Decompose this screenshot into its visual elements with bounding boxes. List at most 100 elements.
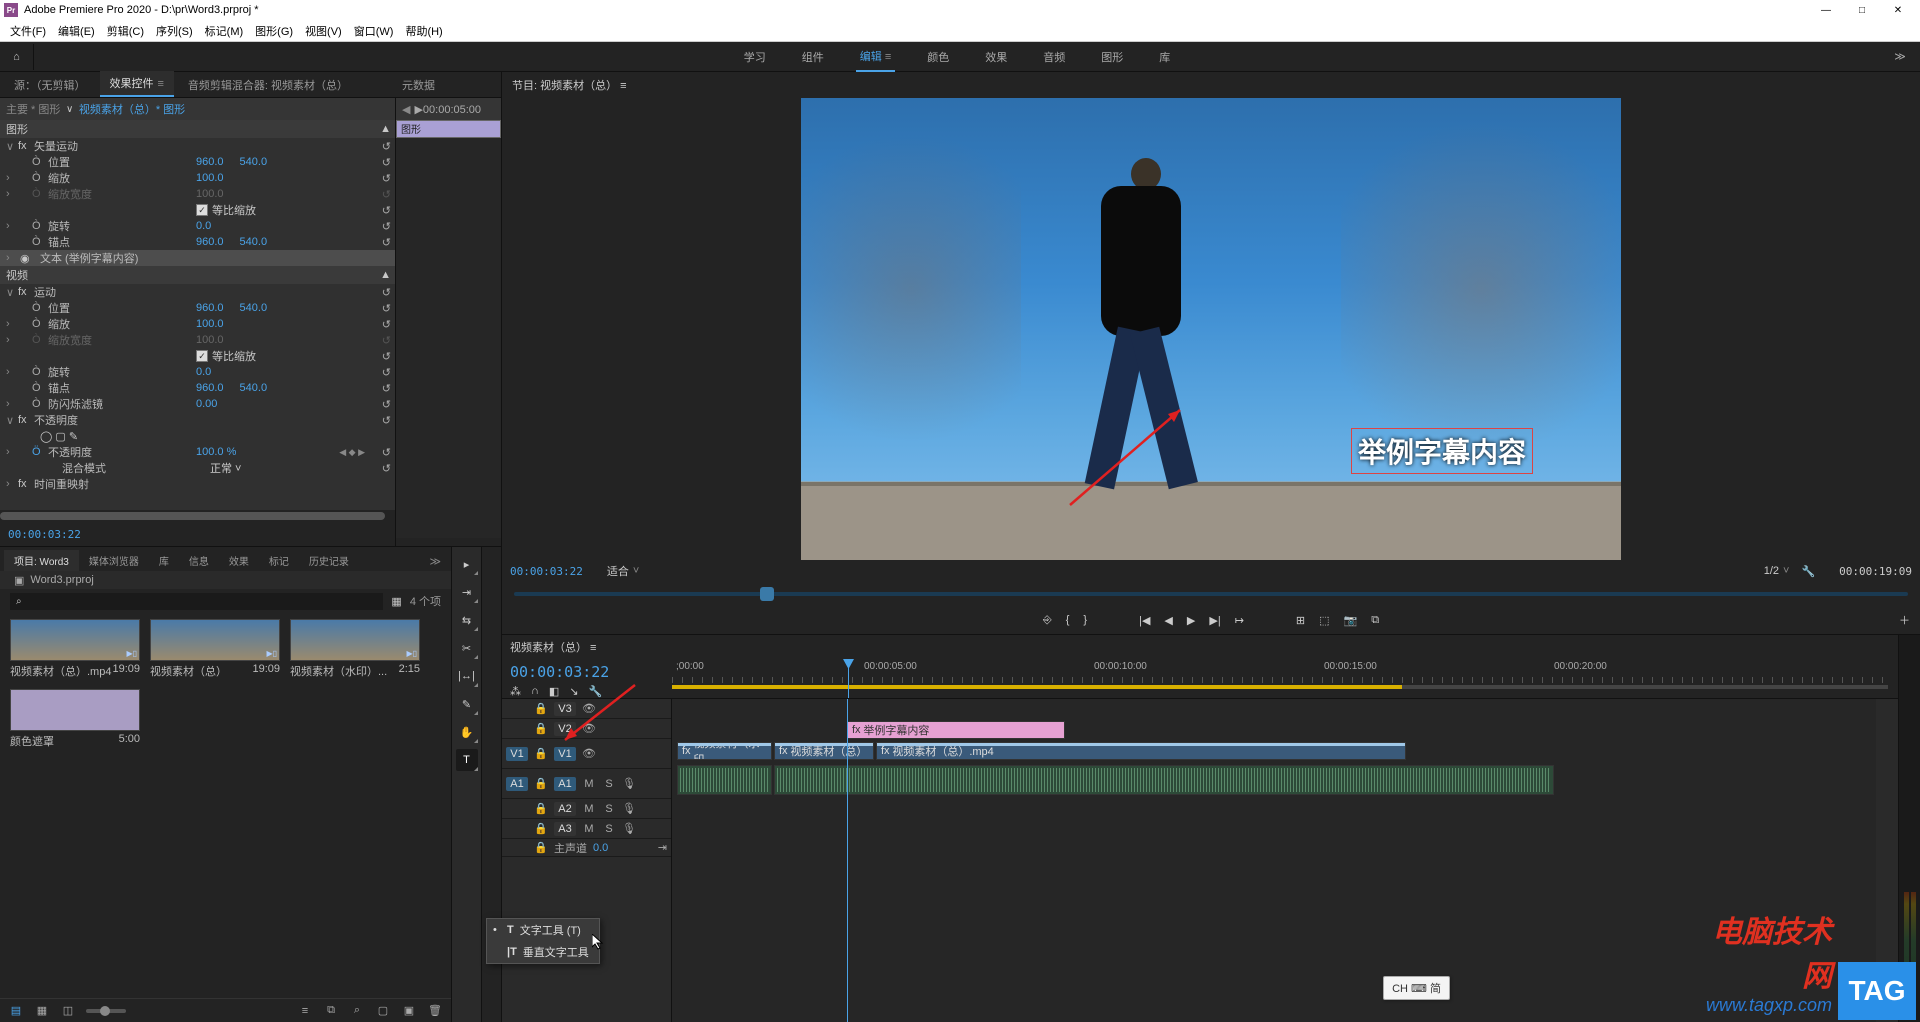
value-pos-x[interactable]: 960.0 (196, 156, 224, 168)
new-bin-icon[interactable]: ▢ (375, 1003, 391, 1019)
program-scrub-bar[interactable] (510, 584, 1912, 604)
btn-goto-out[interactable]: ↦ (1235, 614, 1244, 627)
timeline-ruler[interactable]: ;00:00 00:00:05:00 00:00:10:00 00:00:15:… (672, 659, 1898, 698)
ec-timecode[interactable]: 00:00:03:22 (0, 522, 395, 546)
menu-view[interactable]: 视图(V) (299, 21, 348, 41)
menu-edit[interactable]: 编辑(E) (52, 21, 101, 41)
caption-text[interactable]: 举例字幕内容 (1351, 428, 1533, 474)
bin-item-3[interactable]: 颜色遮罩5:00 (10, 689, 140, 749)
opacity-masks[interactable]: ◯ ▢ ✎ (0, 428, 395, 444)
checkbox-uniform[interactable]: ✓ (196, 204, 208, 216)
fx-opacity[interactable]: ∨fx不透明度↺ (0, 412, 395, 428)
stopwatch-icon[interactable]: Ò (32, 156, 41, 168)
blend-dropdown[interactable]: 正常 ˅ (210, 460, 241, 476)
bin-item-0[interactable]: ▶▯视频素材（总）.mp419:09 (10, 619, 140, 679)
icon-view-icon[interactable]: ▦ (34, 1003, 50, 1019)
ec-timeline-caret[interactable]: ◀ (402, 103, 410, 116)
eye-icon[interactable]: ◉ (20, 252, 30, 265)
fx-time-remap[interactable]: ›fx时间重映射 (0, 476, 395, 492)
window-close[interactable]: ✕ (1880, 0, 1916, 20)
btn-lift[interactable]: ⊞ (1296, 614, 1305, 627)
tab-metadata[interactable]: 元数据 (392, 73, 445, 97)
clip-graphic[interactable]: fx 举例字幕内容 (847, 721, 1065, 739)
list-view-icon[interactable]: ▤ (8, 1003, 24, 1019)
prop-blend-mode[interactable]: 混合模式正常 ˅↺ (0, 460, 395, 476)
prop-rotation[interactable]: ›Ò旋转0.0↺ (0, 218, 395, 234)
tl-settings-icon[interactable]: 🔧 (589, 685, 603, 698)
ec-clip-bar[interactable]: 图形 (396, 120, 501, 138)
workspace-learn[interactable]: 学习 (740, 43, 770, 71)
clip-a1a[interactable] (677, 765, 772, 795)
menu-window[interactable]: 窗口(W) (348, 21, 400, 41)
thumb-size-slider[interactable] (86, 1009, 126, 1013)
vertical-type-tool-option[interactable]: |T垂直文字工具 (487, 941, 599, 963)
clip-v1c[interactable]: fx 视频素材（总）.mp4 (876, 742, 1406, 760)
tool-ripple-edit[interactable]: ⇆ (456, 609, 478, 631)
prop-uniform-scale-2[interactable]: ✓等比缩放↺ (0, 348, 395, 364)
clip-v1a[interactable]: fx 视频素材（水印 (677, 742, 772, 760)
menu-help[interactable]: 帮助(H) (399, 21, 448, 41)
tool-slip[interactable]: |↔| (456, 665, 478, 687)
workspace-overflow[interactable]: ≫ (1880, 50, 1920, 63)
program-zoom-fit[interactable]: 适合 (607, 563, 629, 579)
new-item-icon[interactable]: ▣ (401, 1003, 417, 1019)
menu-clip[interactable]: 剪辑(C) (101, 21, 150, 41)
timeline-tracks[interactable]: fx 举例字幕内容 fx 视频素材（水印 fx 视频素材（总） fx 视频素材（… (672, 699, 1876, 1022)
home-button[interactable]: ⌂ (0, 44, 34, 70)
fx-motion[interactable]: ∨fx运动↺ (0, 284, 395, 300)
tab-libraries[interactable]: 库 (149, 550, 179, 571)
track-v3-header[interactable]: 🔒V3👁 (502, 699, 671, 719)
track-v2-header[interactable]: 🔒V2👁 (502, 719, 671, 739)
tool-selection[interactable]: ▸ (456, 553, 478, 575)
tl-link-icon[interactable]: ∩ (531, 685, 539, 698)
workspace-editing[interactable]: 编辑 ≡ (856, 42, 895, 72)
timeline-title[interactable]: 视频素材（总） ≡ (510, 639, 596, 655)
btn-goto-in[interactable]: |◀ (1139, 614, 1150, 627)
btn-bracket-out[interactable]: } (1083, 614, 1087, 626)
sort-icon[interactable]: ≡ (297, 1003, 313, 1019)
settings-icon[interactable]: 🔧 (1801, 565, 1815, 578)
track-a3-header[interactable]: 🔒A3MS🎙 (502, 819, 671, 839)
program-timecode-left[interactable]: 00:00:03:22 (510, 565, 583, 578)
ec-scrollbar[interactable] (0, 510, 395, 522)
tab-media-browser[interactable]: 媒体浏览器 (79, 550, 149, 571)
prop-anti-flicker[interactable]: ›Ò防闪烁滤镜0.00↺ (0, 396, 395, 412)
workspace-libraries[interactable]: 库 (1155, 43, 1174, 71)
timeline-vscroll[interactable] (1876, 699, 1898, 1022)
section-video[interactable]: 视频▲ (0, 266, 395, 284)
workspace-color[interactable]: 颜色 (923, 43, 953, 71)
tool-type[interactable]: T (456, 749, 478, 771)
track-master-header[interactable]: 🔒主声道0.0⇥ (502, 839, 671, 857)
workspace-graphics[interactable]: 图形 (1097, 43, 1127, 71)
project-file-name[interactable]: ▣Word3.prproj (0, 571, 451, 589)
tab-effects[interactable]: 效果 (219, 550, 259, 571)
workspace-audio[interactable]: 音频 (1039, 43, 1069, 71)
collapse-icon[interactable]: ▲ (380, 123, 391, 135)
type-tool-option[interactable]: •T文字工具 (T) (487, 919, 599, 941)
section-graphic[interactable]: 图形▲ (0, 120, 395, 138)
track-a1-header[interactable]: A1🔒A1MS🎙 (502, 769, 671, 799)
btn-play[interactable]: ▶ (1187, 614, 1195, 627)
clip-a1b[interactable] (774, 765, 1554, 795)
prop-position[interactable]: Ò位置960.0540.0↺ (0, 154, 395, 170)
tl-insert-icon[interactable]: ↘ (569, 685, 578, 698)
menu-graphics[interactable]: 图形(G) (249, 21, 299, 41)
menu-sequence[interactable]: 序列(S) (150, 21, 199, 41)
workspace-menu-icon[interactable]: ≡ (885, 51, 891, 63)
freeform-view-icon[interactable]: ◫ (60, 1003, 76, 1019)
tool-pen[interactable]: ✎ (456, 693, 478, 715)
prop-opacity[interactable]: ›Ö不透明度100.0 %◀ ◆ ▶↺ (0, 444, 395, 460)
clip-v1b[interactable]: fx 视频素材（总） (774, 742, 874, 760)
ec-scrollbar-right[interactable] (396, 538, 501, 546)
filter-icon[interactable]: ▦ (391, 595, 401, 608)
track-a2-header[interactable]: 🔒A2MS🎙 (502, 799, 671, 819)
auto-sequence-icon[interactable]: ⧉ (323, 1003, 339, 1019)
track-v1-header[interactable]: V1🔒V1👁 (502, 739, 671, 769)
layer-text[interactable]: ›◉文本 (举例字幕内容) (0, 250, 395, 266)
tab-markers[interactable]: 标记 (259, 550, 299, 571)
tab-history[interactable]: 历史记录 (299, 550, 359, 571)
tab-project[interactable]: 项目: Word3 (4, 550, 79, 571)
btn-step-fwd[interactable]: ▶| (1209, 614, 1220, 627)
prop-uniform-scale[interactable]: ✓等比缩放↺ (0, 202, 395, 218)
btn-bracket-in[interactable]: { (1066, 614, 1070, 626)
